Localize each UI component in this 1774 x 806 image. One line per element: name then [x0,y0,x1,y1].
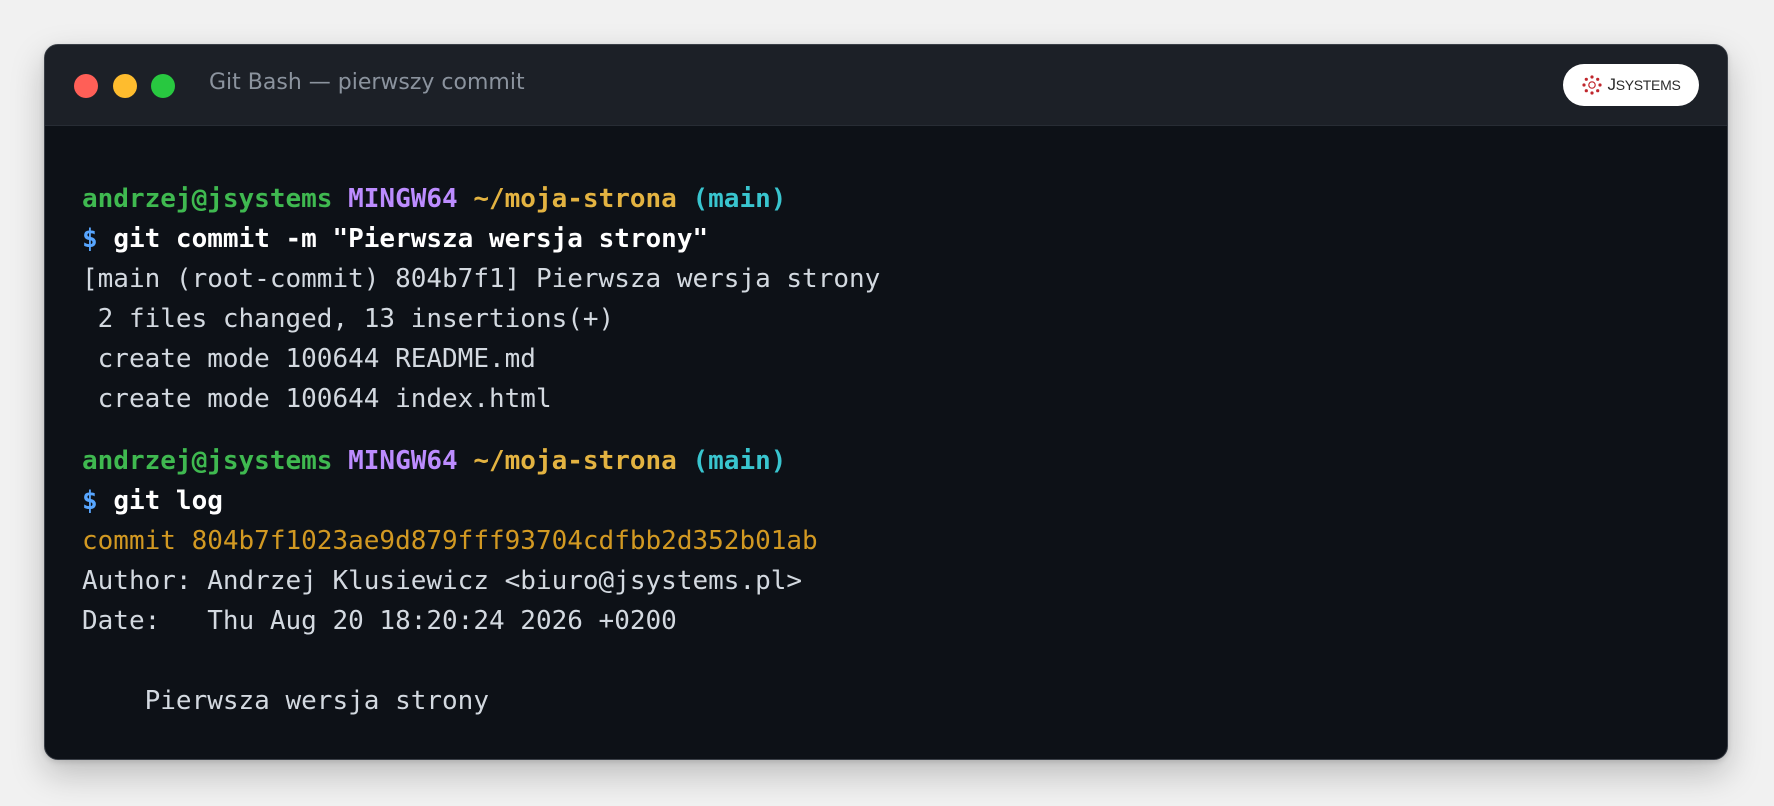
jsystems-logo-icon [1582,75,1603,95]
command-text: git log [113,486,223,516]
date-line: Date: Thu Aug 20 18:20:24 2026 +0200 [82,606,677,636]
commit-message-line: Pierwsza wersja strony [82,686,489,716]
prompt-path: ~/moja-strona [473,184,677,214]
prompt-line: andrzej@jsystems MINGW64 ~/moja-strona (… [82,179,880,219]
command-line: $ git log [82,481,880,521]
output-line: create mode 100644 README.md [82,344,536,374]
logo-wordmark-first: J [1607,75,1616,94]
logo-wordmark-rest: SYSTEMS [1615,77,1681,93]
commit-hash-line: commit 804b7f1023ae9d879fff93704cdfbb2d3… [82,526,818,556]
window-title: Git Bash — pierwszy commit [209,70,525,95]
output-line: [main (root-commit) 804b7f1] Pierwsza we… [82,264,881,294]
author-line: Author: Andrzej Klusiewicz <biuro@jsyste… [82,566,803,596]
minimize-window-button[interactable] [113,74,137,98]
prompt-branch: (main) [692,184,787,214]
jsystems-logo: JSYSTEMS [1563,64,1699,106]
prompt-symbol: $ [82,486,98,516]
command-text: git commit -m "Pierwsza wersja strony" [113,224,709,254]
maximize-window-button[interactable] [151,74,175,98]
terminal-output[interactable]: andrzej@jsystems MINGW64 ~/moja-strona (… [82,179,880,721]
title-bar: Git Bash — pierwszy commit JSYSTEMS [45,45,1727,126]
logo-wordmark: JSYSTEMS [1607,75,1680,95]
prompt-user: andrzej@jsystems [82,184,333,214]
terminal-window: Git Bash — pierwszy commit JSYSTEMS andr… [44,44,1728,760]
prompt-branch: (main) [692,446,787,476]
close-window-button[interactable] [74,74,98,98]
prompt-system: MINGW64 [348,446,458,476]
output-line: create mode 100644 index.html [82,384,552,414]
prompt-system: MINGW64 [348,184,458,214]
prompt-symbol: $ [82,224,98,254]
prompt-line: andrzej@jsystems MINGW64 ~/moja-strona (… [82,441,880,481]
output-line: 2 files changed, 13 insertions(+) [82,304,615,334]
command-line: $ git commit -m "Pierwsza wersja strony" [82,219,880,259]
prompt-path: ~/moja-strona [473,446,677,476]
prompt-user: andrzej@jsystems [82,446,333,476]
